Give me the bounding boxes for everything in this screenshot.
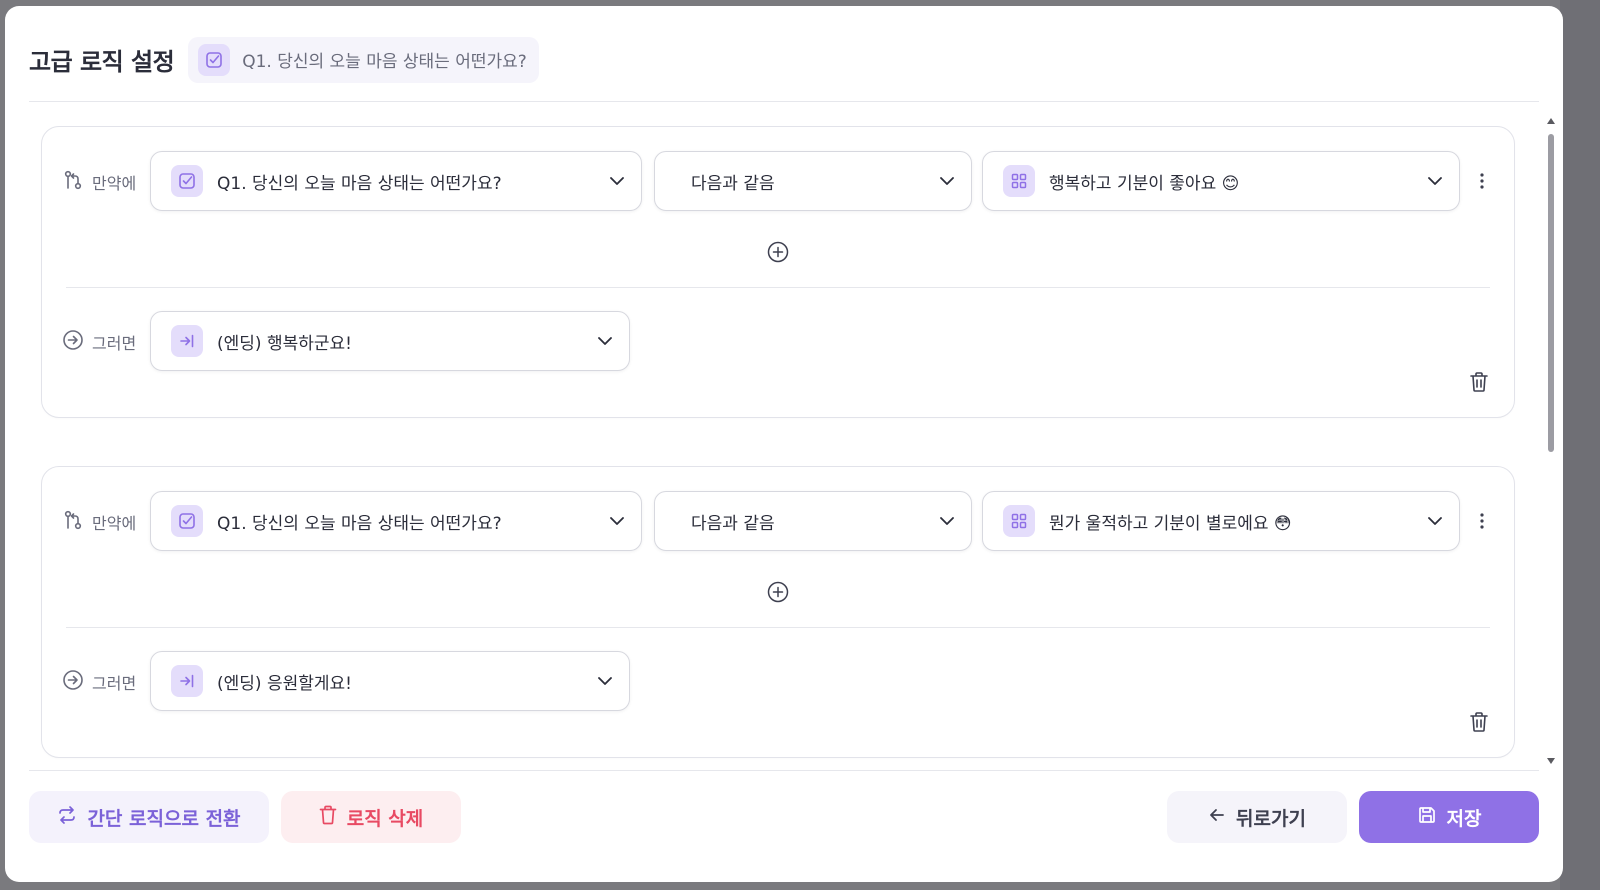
modal-header: 고급 로직 설정 Q1. 당신의 오늘 마음 상태는 어떤가요? bbox=[29, 30, 1539, 102]
then-label-row: 그러면 bbox=[62, 669, 136, 695]
checkbox-icon bbox=[198, 43, 231, 76]
arrow-into-icon bbox=[171, 325, 203, 357]
chevron-down-icon bbox=[595, 331, 615, 351]
switch-to-simple-logic-label: 간단 로직으로 전환 bbox=[87, 807, 241, 830]
circle-arrow-right-icon bbox=[62, 329, 84, 355]
delete-rule-icon[interactable] bbox=[1466, 709, 1492, 735]
swap-icon bbox=[57, 805, 77, 830]
save-label: 저장 bbox=[1446, 807, 1482, 830]
rule-divider bbox=[66, 627, 1490, 628]
chevron-down-icon bbox=[1425, 171, 1445, 191]
question-select[interactable]: Q1. 당신의 오늘 마음 상태는 어떤가요? bbox=[150, 151, 642, 211]
save-button[interactable]: 저장 bbox=[1359, 791, 1539, 843]
add-condition-icon[interactable] bbox=[766, 580, 790, 604]
action-select[interactable]: (엔딩) 응원할게요! bbox=[150, 651, 630, 711]
save-icon bbox=[1417, 805, 1437, 830]
branch-icon bbox=[62, 169, 84, 195]
question-chip-text: Q1. 당신의 오늘 마음 상태는 어떤가요? bbox=[242, 52, 527, 72]
modal-title: 고급 로직 설정 bbox=[29, 48, 175, 76]
answer-select-value: 뭔가 울적하고 기분이 별로에요 😳 bbox=[1049, 513, 1292, 534]
if-label-row: 만약에 bbox=[62, 509, 136, 535]
advanced-logic-modal: 고급 로직 설정 Q1. 당신의 오늘 마음 상태는 어떤가요? 만약에 Q1.… bbox=[5, 6, 1563, 882]
action-select-value: (엔딩) 응원할게요! bbox=[217, 673, 352, 694]
chevron-down-icon bbox=[595, 671, 615, 691]
operator-select-value: 다음과 같음 bbox=[691, 173, 775, 194]
chevron-down-icon bbox=[937, 511, 957, 531]
checkbox-icon bbox=[171, 505, 203, 537]
chevron-down-icon bbox=[937, 171, 957, 191]
arrow-into-icon bbox=[171, 665, 203, 697]
rule-card: 만약에 Q1. 당신의 오늘 마음 상태는 어떤가요? 다음과 같음 행복하고 … bbox=[41, 126, 1515, 418]
operator-select[interactable]: 다음과 같음 bbox=[654, 151, 972, 211]
rule-card: 만약에 Q1. 당신의 오늘 마음 상태는 어떤가요? 다음과 같음 뭔가 울적… bbox=[41, 466, 1515, 758]
branch-icon bbox=[62, 509, 84, 535]
question-chip: Q1. 당신의 오늘 마음 상태는 어떤가요? bbox=[188, 36, 539, 83]
rules-scroll-area[interactable]: 만약에 Q1. 당신의 오늘 마음 상태는 어떤가요? 다음과 같음 행복하고 … bbox=[29, 118, 1527, 768]
back-button[interactable]: 뒤로가기 bbox=[1167, 791, 1347, 843]
vertical-scrollbar[interactable] bbox=[1545, 118, 1557, 768]
grid-icon bbox=[1003, 165, 1035, 197]
action-select-value: (엔딩) 행복하군요! bbox=[217, 333, 352, 354]
switch-to-simple-logic-button[interactable]: 간단 로직으로 전환 bbox=[29, 791, 269, 843]
back-label: 뒤로가기 bbox=[1236, 807, 1306, 830]
operator-select[interactable]: 다음과 같음 bbox=[654, 491, 972, 551]
circle-arrow-right-icon bbox=[62, 669, 84, 695]
more-options-icon[interactable] bbox=[1472, 167, 1492, 195]
rule-divider bbox=[66, 287, 1490, 288]
backdrop bbox=[1560, 0, 1600, 890]
answer-select[interactable]: 행복하고 기분이 좋아요 😊 bbox=[982, 151, 1460, 211]
question-select[interactable]: Q1. 당신의 오늘 마음 상태는 어떤가요? bbox=[150, 491, 642, 551]
if-label: 만약에 bbox=[92, 514, 137, 533]
answer-select-value: 행복하고 기분이 좋아요 😊 bbox=[1049, 173, 1240, 194]
action-select[interactable]: (엔딩) 행복하군요! bbox=[150, 311, 630, 371]
checkbox-icon bbox=[171, 165, 203, 197]
trash-icon bbox=[319, 805, 337, 830]
delete-logic-label: 로직 삭제 bbox=[346, 807, 424, 830]
scroll-up-arrow-icon[interactable] bbox=[1545, 118, 1557, 128]
more-options-icon[interactable] bbox=[1472, 507, 1492, 535]
chevron-down-icon bbox=[607, 171, 627, 191]
if-label-row: 만약에 bbox=[62, 169, 136, 195]
operator-select-value: 다음과 같음 bbox=[691, 513, 775, 534]
delete-rule-icon[interactable] bbox=[1466, 369, 1492, 395]
then-label: 그러면 bbox=[92, 334, 137, 353]
question-select-value: Q1. 당신의 오늘 마음 상태는 어떤가요? bbox=[217, 173, 502, 194]
chevron-down-icon bbox=[1425, 511, 1445, 531]
question-select-value: Q1. 당신의 오늘 마음 상태는 어떤가요? bbox=[217, 513, 502, 534]
scrollbar-thumb[interactable] bbox=[1548, 134, 1554, 452]
grid-icon bbox=[1003, 505, 1035, 537]
answer-select[interactable]: 뭔가 울적하고 기분이 별로에요 😳 bbox=[982, 491, 1460, 551]
delete-logic-button[interactable]: 로직 삭제 bbox=[281, 791, 461, 843]
arrow-left-icon bbox=[1208, 806, 1226, 829]
then-label: 그러면 bbox=[92, 674, 137, 693]
add-condition-icon[interactable] bbox=[766, 240, 790, 264]
scroll-down-arrow-icon[interactable] bbox=[1545, 758, 1557, 768]
chevron-down-icon bbox=[607, 511, 627, 531]
if-label: 만약에 bbox=[92, 174, 137, 193]
then-label-row: 그러면 bbox=[62, 329, 136, 355]
modal-footer: 간단 로직으로 전환 로직 삭제 뒤로가기 저장 bbox=[29, 770, 1539, 882]
